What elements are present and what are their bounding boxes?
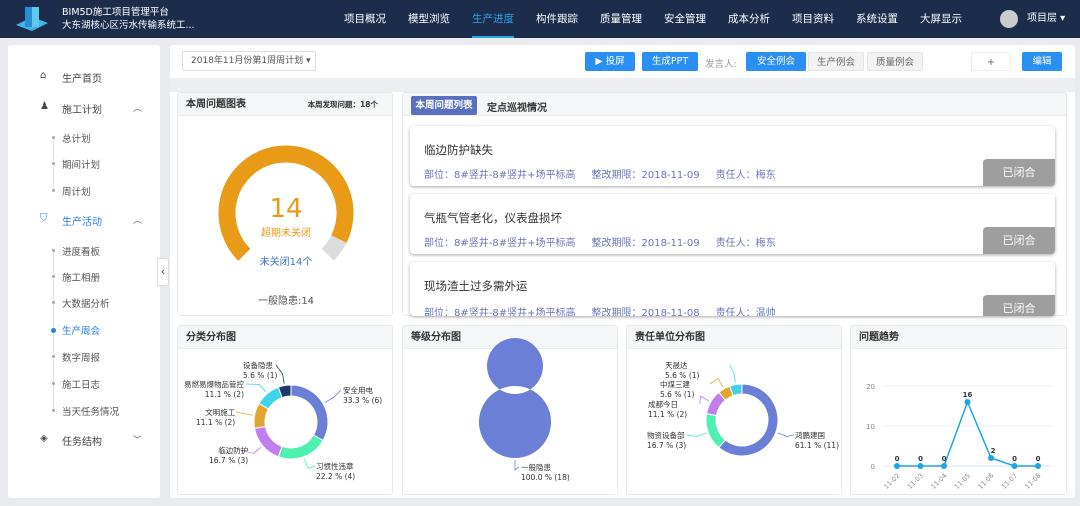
label-leader bbox=[245, 383, 267, 393]
slice-label: 一般隐患 100.0 % (18) bbox=[521, 463, 570, 483]
slice-name: 中煤三建 bbox=[660, 380, 690, 389]
data-label: 2 bbox=[991, 447, 996, 455]
data-point bbox=[894, 463, 900, 469]
slice-label: 天晟达 5.6 % (1) bbox=[665, 361, 699, 381]
slice-name: 文明施工 bbox=[205, 408, 236, 417]
y-tick-label: 10 bbox=[866, 423, 875, 431]
slice-name: 习惯性违章 bbox=[316, 462, 354, 471]
slice-name: 鸿鹏建国 bbox=[795, 431, 825, 440]
slice-label: 文明施工 11.1 % (2) bbox=[196, 408, 235, 428]
slice-label: 习惯性违章 22.2 % (4) bbox=[316, 462, 355, 482]
label-leader bbox=[514, 460, 520, 471]
y-tick-label: 0 bbox=[871, 463, 875, 471]
slice-name: 临边防护 bbox=[218, 446, 249, 455]
label-leader bbox=[303, 458, 317, 469]
slice-value: 11.1 % (2) bbox=[648, 410, 688, 419]
data-label: 0 bbox=[918, 455, 923, 463]
data-label: 0 bbox=[1012, 455, 1017, 463]
label-leader bbox=[729, 364, 736, 383]
slice-label: 设备隐患 5.6 % (1) bbox=[243, 361, 277, 381]
data-label: 0 bbox=[942, 455, 947, 463]
data-point bbox=[941, 463, 947, 469]
x-tick-label: 11-07 bbox=[1000, 472, 1019, 491]
slice-label: 鸿鹏建国 61.1 % (11) bbox=[795, 431, 839, 451]
label-leader bbox=[699, 395, 710, 405]
charts-layer: 0 10 20 0 11-02 0 11-03 0 11-04 16 11-05 2 11-06 0 11-… bbox=[235, 338, 1051, 491]
label-leader bbox=[777, 432, 795, 437]
x-tick-label: 11-08 bbox=[1023, 472, 1042, 491]
data-label: 0 bbox=[1036, 455, 1041, 463]
x-tick-label: 11-05 bbox=[953, 472, 972, 491]
slice-label: 易燃易爆物品管控 11.1 % (2) bbox=[184, 380, 244, 400]
pie-slice bbox=[290, 384, 329, 442]
slice-name: 设备隐患 bbox=[243, 361, 273, 370]
slice-value: 5.6 % (1) bbox=[243, 371, 278, 380]
data-point bbox=[1035, 463, 1041, 469]
pie-slice bbox=[277, 434, 324, 460]
slice-label: 成都今日 11.1 % (2) bbox=[648, 400, 687, 420]
data-label: 16 bbox=[963, 391, 973, 399]
pie-slice bbox=[478, 338, 551, 459]
slice-name: 一般隐患 bbox=[521, 463, 551, 472]
slice-value: 100.0 % (18) bbox=[521, 473, 570, 482]
data-point bbox=[964, 399, 971, 405]
slice-name: 成都今日 bbox=[648, 400, 678, 409]
slice-name: 物资设备部 bbox=[647, 431, 685, 440]
data-point bbox=[917, 463, 924, 469]
slice-value: 16.7 % (3) bbox=[209, 456, 249, 465]
slice-value: 5.6 % (1) bbox=[665, 371, 700, 380]
slice-value: 5.6 % (1) bbox=[660, 390, 695, 399]
label-leader bbox=[235, 411, 253, 416]
x-tick-label: 11-04 bbox=[929, 472, 948, 491]
slice-value: 61.1 % (11) bbox=[795, 441, 839, 450]
x-tick-label: 11-03 bbox=[906, 472, 925, 491]
data-label: 0 bbox=[895, 455, 900, 463]
label-leader bbox=[324, 389, 342, 403]
pie-slice bbox=[705, 413, 726, 449]
slice-value: 16.7 % (3) bbox=[647, 441, 687, 450]
x-tick-label: 11-06 bbox=[976, 472, 995, 491]
slice-name: 安全用电 bbox=[343, 386, 373, 395]
slice-value: 22.2 % (4) bbox=[316, 472, 356, 481]
slice-label: 安全用电 33.3 % (6) bbox=[343, 386, 382, 406]
x-tick-label: 11-02 bbox=[882, 472, 901, 491]
slice-label: 临边防护 16.7 % (3) bbox=[209, 446, 248, 466]
slice-name: 易燃易爆物品管控 bbox=[184, 380, 244, 389]
slice-value: 33.3 % (6) bbox=[343, 396, 383, 405]
slice-value: 11.1 % (2) bbox=[196, 418, 236, 427]
y-tick-label: 20 bbox=[866, 383, 875, 391]
slice-label: 物资设备部 16.7 % (3) bbox=[647, 431, 686, 451]
label-leader bbox=[685, 432, 707, 437]
label-leader bbox=[709, 377, 724, 388]
slice-name: 天晟达 bbox=[665, 361, 688, 370]
slice-value: 11.1 % (2) bbox=[204, 390, 244, 399]
data-point bbox=[1011, 463, 1018, 469]
slice-label: 中煤三建 5.6 % (1) bbox=[660, 380, 694, 400]
pie-slice bbox=[258, 386, 283, 410]
data-point bbox=[988, 455, 994, 461]
pie-slice bbox=[253, 425, 283, 458]
